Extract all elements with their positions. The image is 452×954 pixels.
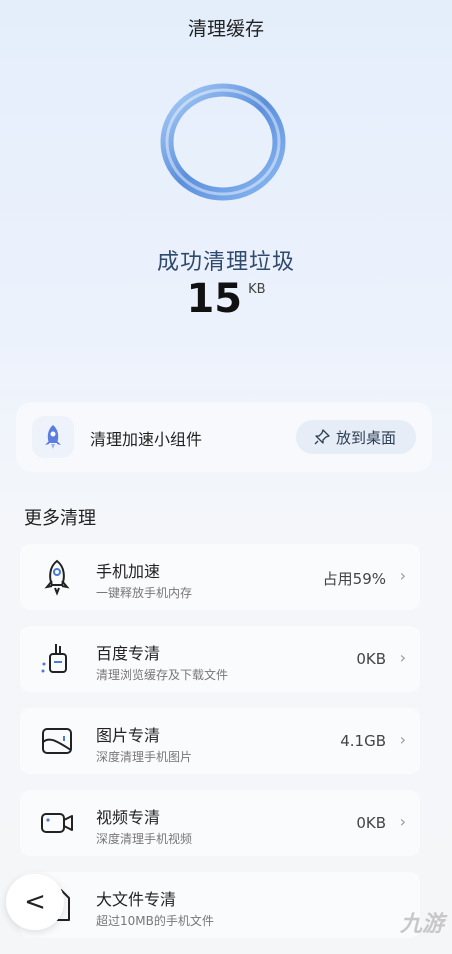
page-title: 清理缓存 [187,18,264,40]
back-button[interactable]: < [6,874,64,930]
cleaned-amount-value: 15 [186,276,243,322]
widget-label: 清理加速小组件 [90,430,203,449]
chevron-right-icon: › [399,730,406,749]
list-item-title: 手机加速 [96,562,161,581]
list-item-baidu-clean[interactable]: 百度专清 清理浏览缓存及下载文件 0KB › [20,626,420,692]
list-item-subtitle: 超过10MB的手机文件 [96,914,214,928]
list-item-large-file-clean[interactable]: 大文件专清 超过10MB的手机文件 [20,872,420,938]
success-message: 成功清理垃圾 [156,250,295,275]
widget-card[interactable]: 清理加速小组件 放到桌面 [16,402,432,472]
list-item-subtitle: 深度清理手机视频 [96,832,193,846]
add-to-desktop-button[interactable]: 放到桌面 [295,420,416,454]
chevron-right-icon: › [399,566,406,585]
chevron-right-icon: › [399,812,406,831]
list-item-value: 4.1GB [340,732,386,750]
cleaned-amount: 15 KB [0,276,452,322]
list-item-subtitle: 清理浏览缓存及下载文件 [96,668,229,682]
list-item-title: 视频专清 [96,808,161,827]
broom-icon [38,640,76,678]
chevron-right-icon: › [399,648,406,667]
list-item-title: 百度专清 [96,644,161,663]
image-icon [38,722,76,760]
watermark-text: 九游 [399,912,444,937]
list-item-subtitle: 深度清理手机图片 [96,750,193,764]
chevron-left-icon: < [24,887,46,917]
list-item-value: 0KB [356,814,386,832]
list-item-title: 图片专清 [96,726,161,745]
add-to-desktop-label: 放到桌面 [335,428,396,447]
list-item-subtitle: 一键释放手机内存 [96,586,193,600]
list-item-image-clean[interactable]: 图片专清 深度清理手机图片 4.1GB › [20,708,420,774]
list-item-phone-boost[interactable]: 手机加速 一键释放手机内存 占用59% › [20,544,420,610]
video-icon [38,804,76,842]
watermark-logo: 九游 [400,906,444,938]
cleaned-ring-icon [158,82,288,202]
cleaned-amount-unit: KB [248,282,266,297]
list-item-value: 占用59% [322,570,386,588]
more-cleaning-title: 更多清理 [24,508,96,529]
pin-icon [314,429,330,445]
rocket-icon [38,558,76,596]
list-item-title: 大文件专清 [96,890,177,909]
list-item-value: 0KB [356,650,386,668]
list-item-video-clean[interactable]: 视频专清 深度清理手机视频 0KB › [20,790,420,856]
rocket-widget-icon [32,416,74,458]
